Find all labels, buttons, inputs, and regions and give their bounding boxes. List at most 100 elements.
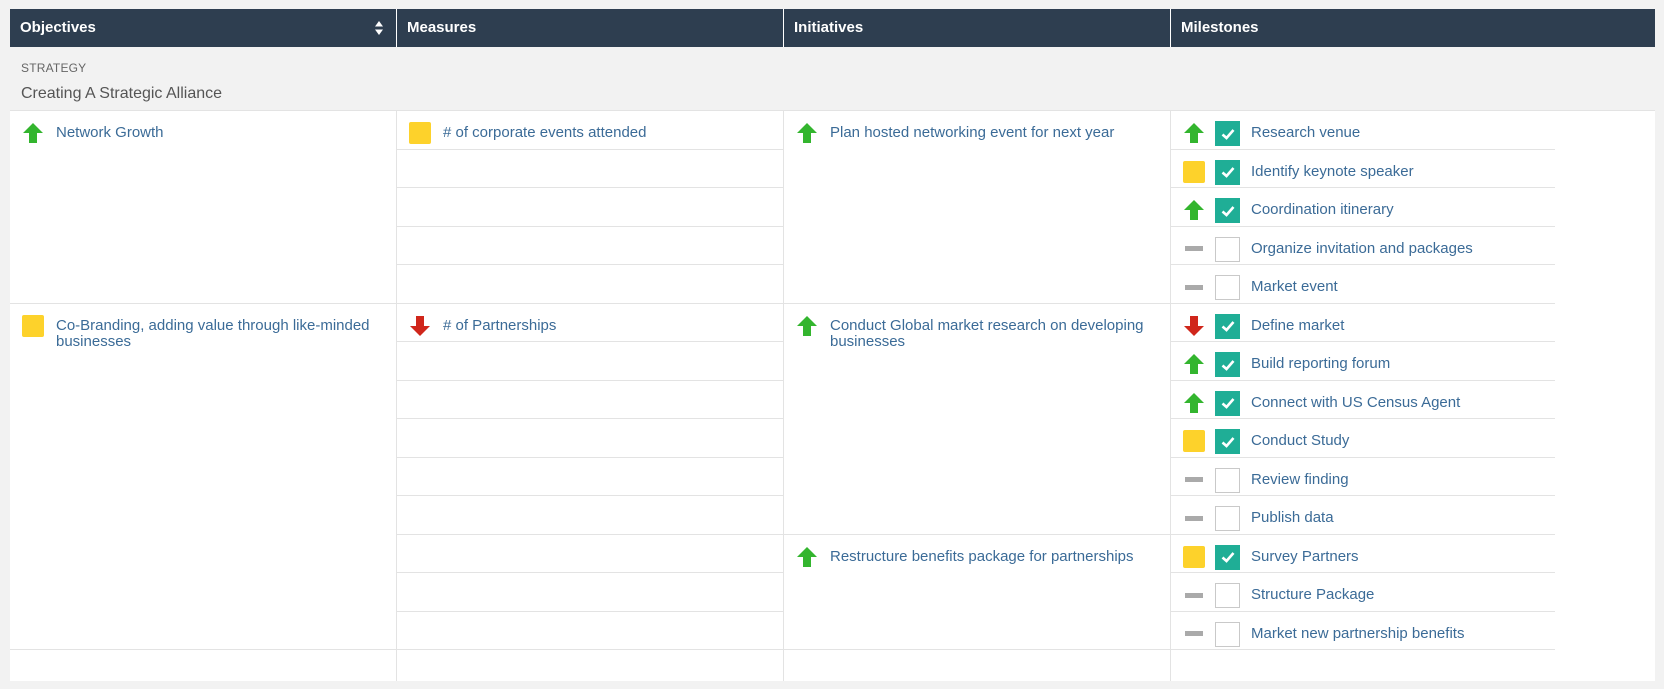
measure-cell xyxy=(397,342,783,381)
column-header-milestones[interactable]: Milestones xyxy=(1171,9,1555,47)
objective-label[interactable]: Network Growth xyxy=(56,121,164,141)
milestone-label[interactable]: Coordination itinerary xyxy=(1251,198,1394,218)
milestone-label[interactable]: Publish data xyxy=(1251,506,1334,526)
no-status-icon xyxy=(1182,583,1206,607)
checkbox-unchecked[interactable] xyxy=(1215,467,1240,493)
column-header-label: Milestones xyxy=(1181,19,1259,36)
measure-cell xyxy=(397,419,783,458)
milestone-item[interactable]: Organize invitation and packages xyxy=(1171,227,1555,262)
measure-cell xyxy=(397,458,783,496)
objective-item[interactable]: Network Growth xyxy=(10,111,396,145)
no-status-icon xyxy=(1182,468,1206,492)
milestone-cell: Define market xyxy=(1171,304,1555,342)
milestone-label[interactable]: Organize invitation and packages xyxy=(1251,237,1473,257)
measure-item[interactable]: # of Partnerships xyxy=(397,304,783,338)
column-header-initiatives[interactable]: Initiatives xyxy=(784,9,1171,47)
checkbox-checked[interactable] xyxy=(1215,313,1240,339)
milestone-item[interactable]: Coordination itinerary xyxy=(1171,188,1555,223)
milestone-label[interactable]: Market event xyxy=(1251,275,1338,295)
check-icon xyxy=(1221,321,1234,332)
arrow-up-icon xyxy=(1182,121,1206,145)
arrow-up-icon xyxy=(1182,391,1206,415)
milestone-label[interactable]: Build reporting forum xyxy=(1251,352,1390,372)
checkbox-checked[interactable] xyxy=(1215,429,1240,454)
milestone-item[interactable]: Define market xyxy=(1171,304,1555,339)
milestone-item[interactable]: Review finding xyxy=(1171,458,1555,493)
yellow-status-icon xyxy=(1182,545,1206,569)
measure-cell xyxy=(397,381,783,419)
check-icon xyxy=(1221,359,1234,371)
milestone-item[interactable]: Market new partnership benefits xyxy=(1171,612,1555,647)
initiative-item[interactable]: Conduct Global market research on develo… xyxy=(784,304,1170,350)
milestone-cell: Research venue xyxy=(1171,111,1555,150)
milestone-item[interactable]: Market event xyxy=(1171,265,1555,300)
checkbox-checked[interactable] xyxy=(1215,544,1240,570)
measure-cell: # of Partnerships xyxy=(397,304,783,342)
milestone-item[interactable]: Identify keynote speaker xyxy=(1171,150,1555,185)
status-square xyxy=(22,314,44,337)
milestone-label[interactable]: Review finding xyxy=(1251,468,1349,488)
initiative-item[interactable]: Plan hosted networking event for next ye… xyxy=(784,111,1170,145)
status-dash xyxy=(1185,477,1203,482)
checkbox-unchecked[interactable] xyxy=(1215,621,1240,647)
column-header-measures[interactable]: Measures xyxy=(397,9,784,47)
measure-item[interactable]: # of corporate events attended xyxy=(397,111,783,145)
milestone-label[interactable]: Connect with US Census Agent xyxy=(1251,391,1460,411)
milestone-item[interactable]: Build reporting forum xyxy=(1171,342,1555,377)
checkbox-checked[interactable] xyxy=(1215,198,1240,223)
milestone-label[interactable]: Structure Package xyxy=(1251,583,1374,603)
initiative-label[interactable]: Conduct Global market research on develo… xyxy=(830,314,1170,350)
measures-column: # of corporate events attended # of Partn… xyxy=(397,111,784,681)
measure-cell xyxy=(397,188,783,227)
strategy-name[interactable]: Creating A Strategic Alliance xyxy=(21,85,222,103)
arrow-up-icon xyxy=(795,545,819,569)
measure-cell xyxy=(397,265,783,304)
arrow-down-icon xyxy=(1182,314,1206,338)
column-header-objectives[interactable]: Objectives xyxy=(10,9,397,47)
initiative-cell: Restructure benefits package for partner… xyxy=(784,535,1170,650)
initiative-label[interactable]: Plan hosted networking event for next ye… xyxy=(830,121,1114,141)
checkbox-unchecked[interactable] xyxy=(1215,506,1240,531)
milestone-label[interactable]: Conduct Study xyxy=(1251,429,1349,449)
milestone-item[interactable]: Conduct Study xyxy=(1171,419,1555,454)
milestone-label[interactable]: Identify keynote speaker xyxy=(1251,160,1414,180)
initiative-item[interactable]: Restructure benefits package for partner… xyxy=(784,535,1170,569)
milestone-item[interactable]: Research venue xyxy=(1171,111,1555,146)
checkbox-checked[interactable] xyxy=(1215,159,1240,185)
check-icon xyxy=(1221,436,1234,448)
initiative-label[interactable]: Restructure benefits package for partner… xyxy=(830,545,1134,565)
checkbox-unchecked[interactable] xyxy=(1215,583,1240,608)
arrow-up-icon xyxy=(21,121,45,145)
milestone-cell: Identify keynote speaker xyxy=(1171,150,1555,188)
milestone-cell: Coordination itinerary xyxy=(1171,188,1555,227)
checkbox-unchecked[interactable] xyxy=(1215,236,1240,262)
checkbox-checked[interactable] xyxy=(1215,390,1240,416)
yellow-status-icon xyxy=(21,314,45,338)
measure-cell: # of corporate events attended xyxy=(397,111,783,150)
milestone-label[interactable]: Research venue xyxy=(1251,121,1360,141)
sort-icon[interactable] xyxy=(374,20,384,36)
milestone-item[interactable]: Connect with US Census Agent xyxy=(1171,381,1555,416)
objectives-column: Network Growth Co-Branding, adding value … xyxy=(10,111,397,681)
status-square xyxy=(1183,545,1205,568)
strategy-label: STRATEGY xyxy=(21,61,87,75)
measure-cell xyxy=(397,150,783,188)
checkbox-unchecked[interactable] xyxy=(1215,275,1240,300)
measure-cell xyxy=(397,227,783,265)
milestone-label[interactable]: Define market xyxy=(1251,314,1344,334)
status-dash xyxy=(1185,515,1203,521)
measure-label[interactable]: # of corporate events attended xyxy=(443,121,646,141)
milestone-label[interactable]: Survey Partners xyxy=(1251,545,1359,565)
check-icon xyxy=(1221,167,1234,178)
milestone-item[interactable]: Publish data xyxy=(1171,496,1555,531)
objective-item[interactable]: Co-Branding, adding value through like-m… xyxy=(10,304,396,350)
measure-label[interactable]: # of Partnerships xyxy=(443,314,556,334)
milestone-label[interactable]: Market new partnership benefits xyxy=(1251,622,1464,642)
checkbox-checked[interactable] xyxy=(1215,352,1240,377)
status-dash xyxy=(1185,246,1203,251)
checkbox-checked[interactable] xyxy=(1215,121,1240,146)
milestone-item[interactable]: Structure Package xyxy=(1171,573,1555,608)
objective-cell: Network Growth xyxy=(10,111,396,304)
milestone-item[interactable]: Survey Partners xyxy=(1171,535,1555,570)
objective-label[interactable]: Co-Branding, adding value through like-m… xyxy=(56,314,396,350)
